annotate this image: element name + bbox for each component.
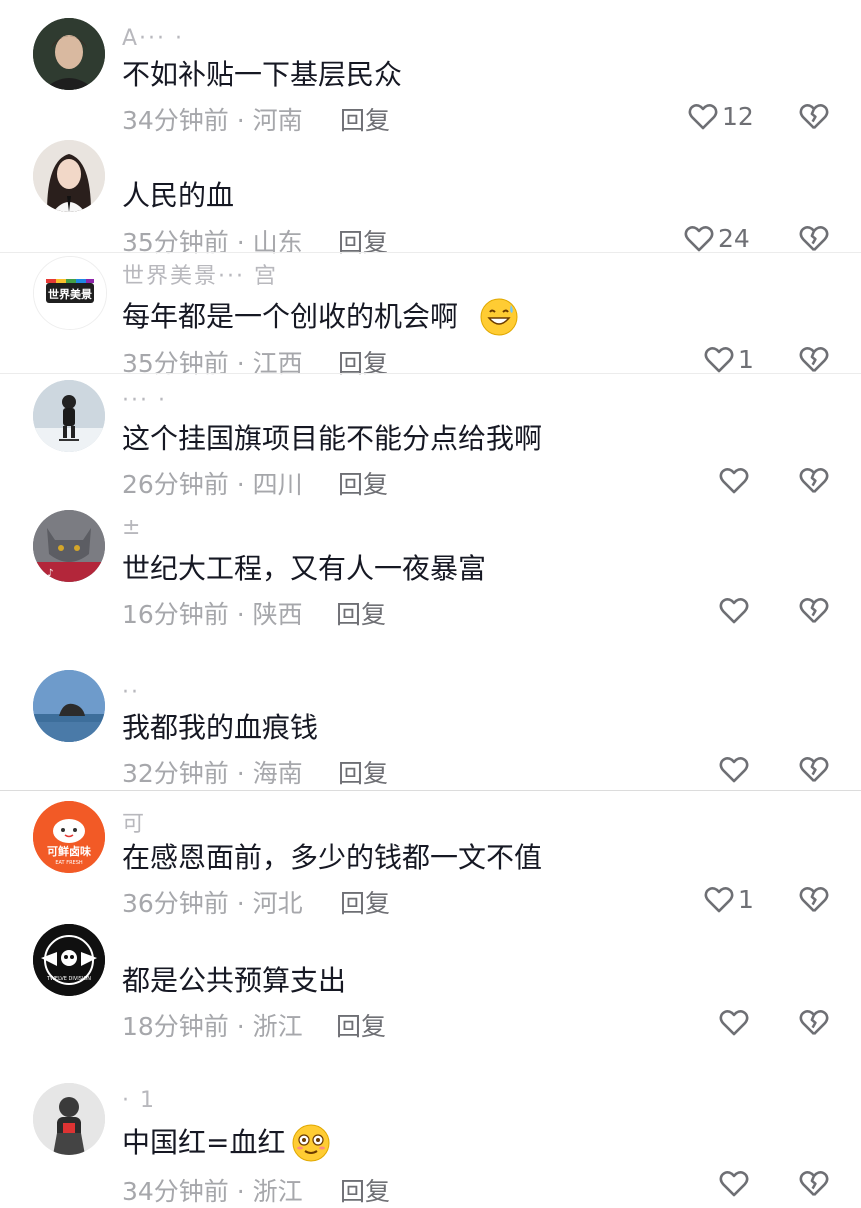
dislike-button[interactable] (797, 1166, 831, 1200)
broken-heart-icon (797, 99, 831, 133)
heart-icon (717, 752, 751, 786)
like-button[interactable] (717, 752, 753, 786)
heart-icon (717, 1005, 751, 1039)
comment-text: 都是公共预算支出 (122, 964, 347, 997)
like-button[interactable] (717, 593, 753, 627)
reply-button[interactable]: 回复 (336, 595, 386, 631)
avatar-brand-label: 世界美景 (48, 287, 92, 301)
comment-text: 人民的血 (122, 179, 235, 212)
broken-heart-icon (797, 221, 831, 255)
dislike-button[interactable] (797, 221, 831, 255)
heart-icon (702, 882, 736, 916)
dislike-button[interactable] (797, 882, 831, 916)
user-avatar[interactable] (33, 140, 105, 212)
reply-button[interactable]: 回复 (340, 101, 390, 137)
like-button[interactable]: 1 (702, 882, 754, 916)
username[interactable]: ·· (122, 680, 140, 705)
comment-text: 每年都是一个创收的机会啊 (122, 300, 459, 333)
comment-text: 在感恩面前，多少的钱都一文不值 (122, 841, 543, 874)
flushed-emoji-icon (290, 1122, 332, 1168)
reply-button[interactable]: 回复 (338, 465, 388, 501)
username[interactable]: A··· · (122, 26, 184, 51)
dislike-button[interactable] (797, 593, 831, 627)
user-avatar[interactable]: ♪ (33, 510, 105, 582)
avatar-brand-sublabel: EAT FRESH (55, 860, 83, 866)
heart-icon (717, 593, 751, 627)
heart-icon (717, 1166, 751, 1200)
like-button[interactable] (717, 1005, 753, 1039)
dislike-button[interactable] (797, 99, 831, 133)
comment-meta: 16分钟前 · 陕西 (122, 600, 303, 629)
comment-meta: 18分钟前 · 浙江 (122, 1012, 303, 1041)
avatar-brand-label: TWELVE DIVISION (46, 976, 91, 982)
divider (0, 252, 861, 253)
user-avatar[interactable]: TWELVE DIVISION (33, 924, 105, 996)
broken-heart-icon (797, 593, 831, 627)
reply-button[interactable]: 回复 (340, 884, 390, 920)
like-count: 1 (738, 344, 754, 374)
comment-meta: 34分钟前 · 浙江 (122, 1177, 303, 1206)
like-count: 24 (718, 223, 750, 253)
broken-heart-icon (797, 882, 831, 916)
comment-meta: 26分钟前 · 四川 (122, 470, 303, 499)
user-avatar[interactable] (33, 1083, 105, 1155)
reply-button[interactable]: 回复 (338, 344, 388, 380)
like-button[interactable] (717, 463, 753, 497)
comment-meta: 34分钟前 · 河南 (122, 106, 303, 135)
reply-button[interactable]: 回复 (338, 223, 388, 259)
comment-text: 我都我的血痕钱 (122, 711, 319, 744)
broken-heart-icon (797, 1005, 831, 1039)
dislike-button[interactable] (797, 463, 831, 497)
comment-text: 这个挂国旗项目能不能分点给我啊 (122, 422, 543, 455)
comment-text: 不如补贴一下基层民众 (122, 58, 403, 91)
dislike-button[interactable] (797, 1005, 831, 1039)
comment-text: 世纪大工程，又有人一夜暴富 (122, 552, 487, 585)
username[interactable]: 可 (122, 806, 146, 838)
avatar-brand-label: 可鲜卤味 (47, 844, 91, 858)
broken-heart-icon (797, 752, 831, 786)
user-avatar[interactable] (33, 670, 105, 742)
like-button[interactable]: 24 (682, 221, 750, 255)
broken-heart-icon (797, 342, 831, 376)
comment-text: 中国红=血红 (122, 1126, 286, 1159)
heart-icon (686, 99, 720, 133)
reply-button[interactable]: 回复 (340, 1172, 390, 1208)
username[interactable]: ± (122, 515, 142, 540)
like-count: 12 (722, 101, 754, 131)
user-avatar[interactable] (33, 380, 105, 452)
user-avatar[interactable]: 可鲜卤味 EAT FRESH (33, 801, 105, 873)
grinning-sweat-emoji-icon (478, 296, 520, 342)
like-count: 1 (738, 884, 754, 914)
reply-button[interactable]: 回复 (338, 754, 388, 790)
broken-heart-icon (797, 1166, 831, 1200)
dislike-button[interactable] (797, 752, 831, 786)
user-avatar[interactable]: 世界美景 (33, 256, 107, 330)
like-button[interactable] (717, 1166, 753, 1200)
comment-meta: 35分钟前 · 江西 (122, 349, 303, 378)
comment-meta: 35分钟前 · 山东 (122, 228, 303, 257)
heart-icon (702, 342, 736, 376)
username[interactable]: ··· · (122, 388, 167, 413)
username[interactable]: 世界美景··· 宫 (122, 258, 278, 290)
username[interactable]: · 1 (122, 1088, 156, 1113)
dislike-button[interactable] (797, 342, 831, 376)
heart-icon (717, 463, 751, 497)
heart-icon (682, 221, 716, 255)
reply-button[interactable]: 回复 (336, 1007, 386, 1043)
divider (0, 373, 861, 374)
broken-heart-icon (797, 463, 831, 497)
user-avatar[interactable] (33, 18, 105, 90)
comment-meta: 36分钟前 · 河北 (122, 889, 303, 918)
comment-meta: 32分钟前 · 海南 (122, 759, 303, 788)
like-button[interactable]: 12 (686, 99, 754, 133)
svg-text:♪: ♪ (47, 568, 53, 579)
like-button[interactable]: 1 (702, 342, 754, 376)
divider (0, 790, 861, 791)
